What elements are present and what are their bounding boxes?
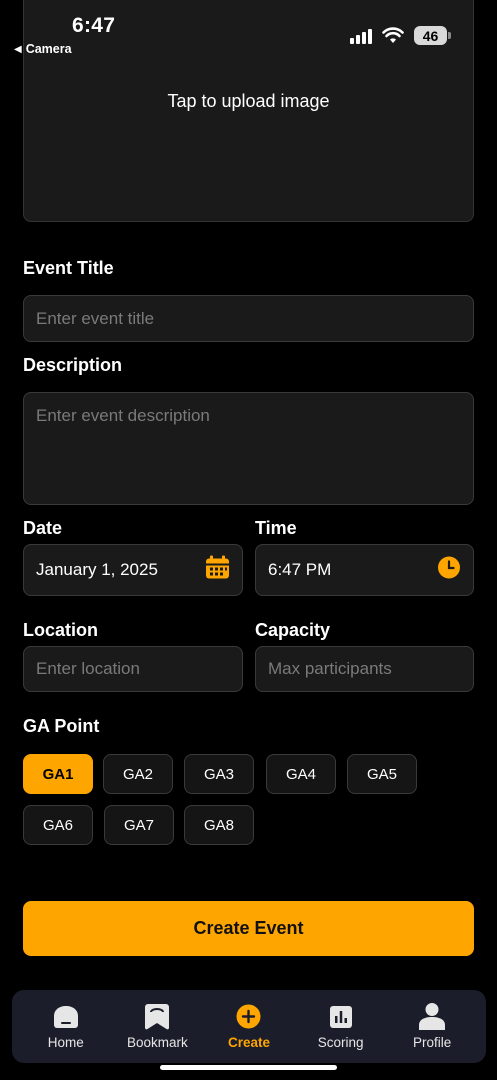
- description-input[interactable]: Enter event description: [23, 392, 474, 505]
- battery-level: 46: [414, 26, 447, 45]
- tab-scoring-label: Scoring: [317, 1034, 364, 1050]
- event-title-input[interactable]: Enter event title: [23, 295, 474, 342]
- back-triangle-icon: ◀: [14, 43, 22, 55]
- plus-circle-icon: [236, 1004, 261, 1030]
- capacity-input[interactable]: Max participants: [255, 646, 474, 692]
- calendar-icon[interactable]: [205, 555, 230, 585]
- date-label: Date: [23, 518, 63, 538]
- cellular-signal-icon: [350, 28, 372, 44]
- event-title-placeholder: Enter event title: [36, 308, 155, 328]
- location-input[interactable]: Enter location: [23, 646, 243, 692]
- description-label: Description: [23, 355, 123, 375]
- status-time: 6:47: [72, 14, 116, 37]
- person-icon: [419, 1003, 446, 1030]
- create-event-button[interactable]: Create Event: [23, 901, 474, 956]
- back-app-label: Camera: [25, 42, 72, 56]
- upload-prompt: Tap to upload image: [167, 91, 330, 111]
- tab-profile-label: Profile: [413, 1034, 452, 1050]
- tab-create[interactable]: Create: [204, 1004, 294, 1050]
- ga-chip-ga4[interactable]: GA4: [266, 754, 336, 794]
- clock-icon[interactable]: [437, 556, 461, 585]
- time-value: 6:47 PM: [268, 560, 332, 579]
- ga-chip-ga3[interactable]: GA3: [184, 754, 254, 794]
- description-placeholder: Enter event description: [36, 406, 210, 425]
- battery-icon: 46: [414, 26, 451, 45]
- tab-home[interactable]: Home: [21, 1004, 111, 1050]
- ga-chip-ga6[interactable]: GA6: [23, 805, 93, 845]
- ga-chip-ga8[interactable]: GA8: [184, 805, 254, 845]
- ga-point-label: GA Point: [23, 716, 100, 736]
- wifi-icon: [382, 27, 404, 43]
- ga-chip-ga5[interactable]: GA5: [347, 754, 417, 794]
- home-icon: [53, 1004, 79, 1030]
- tab-scoring[interactable]: Scoring: [296, 1004, 386, 1050]
- capacity-label: Capacity: [255, 620, 331, 640]
- ga-chip-ga2[interactable]: GA2: [103, 754, 173, 794]
- time-picker[interactable]: 6:47 PM: [255, 544, 474, 596]
- time-label: Time: [255, 518, 297, 538]
- status-indicators: 46: [350, 26, 451, 45]
- tab-bookmark[interactable]: Bookmark: [112, 1003, 202, 1050]
- bar-chart-icon: [329, 1004, 352, 1030]
- event-title-label: Event Title: [23, 258, 114, 278]
- date-value: January 1, 2025: [36, 560, 158, 579]
- tab-create-label: Create: [227, 1034, 270, 1050]
- tab-bookmark-label: Bookmark: [127, 1034, 188, 1050]
- location-placeholder: Enter location: [36, 659, 140, 678]
- bookmark-icon: [145, 1003, 170, 1030]
- location-label: Location: [23, 620, 98, 640]
- date-picker[interactable]: January 1, 2025: [23, 544, 243, 596]
- capacity-placeholder: Max participants: [268, 659, 392, 678]
- ga-chip-ga1[interactable]: GA1: [23, 754, 93, 794]
- bottom-tab-bar: Home Bookmark Create Scoring Profile: [12, 990, 486, 1063]
- tab-profile[interactable]: Profile: [387, 1003, 477, 1050]
- ga-chip-ga7[interactable]: GA7: [104, 805, 174, 845]
- create-event-screen: Tap to upload image 6:47 ◀ Camera 46 Eve…: [0, 0, 497, 1080]
- back-to-app-link[interactable]: ◀ Camera: [14, 42, 72, 56]
- tab-home-label: Home: [47, 1034, 84, 1050]
- home-indicator[interactable]: [160, 1065, 337, 1070]
